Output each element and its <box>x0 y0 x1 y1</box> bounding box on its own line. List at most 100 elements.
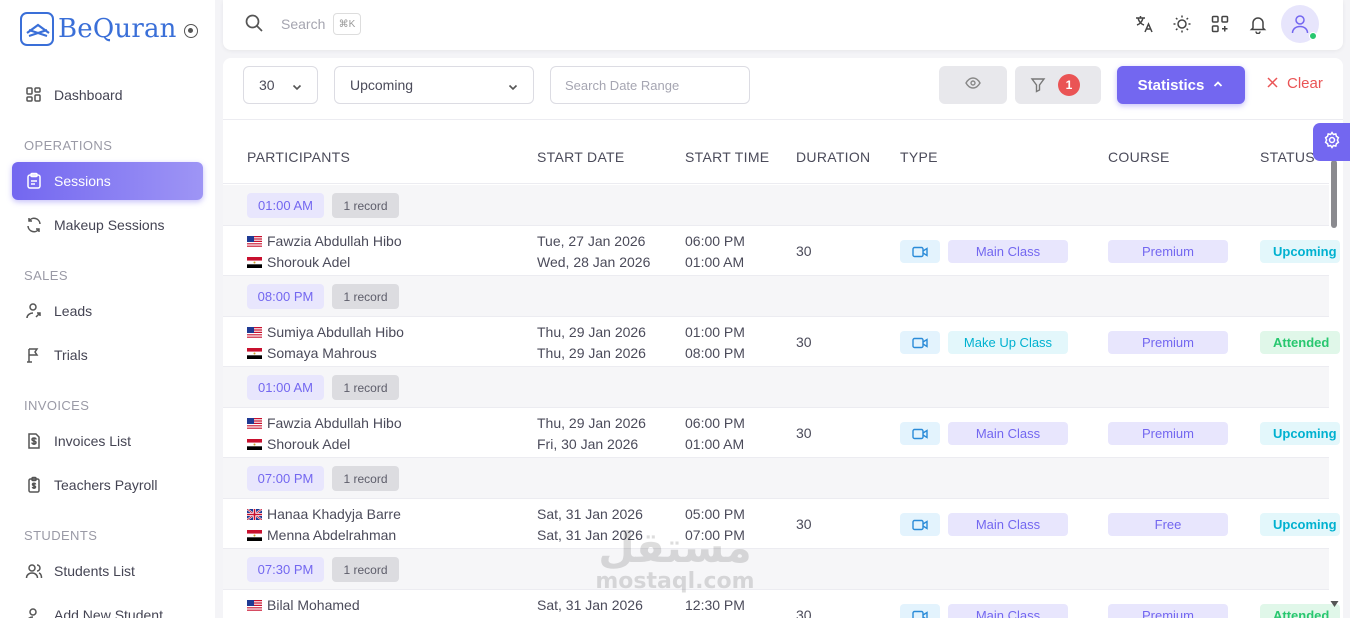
column-header-start-date[interactable]: START DATE <box>537 149 625 165</box>
table-row[interactable]: Fawzia Abdullah Hibo Shorouk Adel Tue, 27 … <box>223 226 1340 276</box>
status-badge: Attended <box>1260 604 1340 618</box>
sidebar-item-label: Makeup Sessions <box>54 217 165 233</box>
translate-icon[interactable] <box>1133 13 1155 35</box>
filters-bar: 30 Upcoming Search Date Range 1 Statisti… <box>223 58 1343 120</box>
start-date-line-1: Tue, 27 Jan 2026 <box>537 233 646 249</box>
book-logo-icon <box>20 12 54 46</box>
video-camera-icon[interactable] <box>900 331 940 354</box>
filter-funnel-icon <box>1030 77 1046 98</box>
scroll-down-arrow-icon[interactable] <box>1330 600 1339 608</box>
course-badge: Premium <box>1108 240 1228 263</box>
statistics-button[interactable]: Statistics <box>1117 66 1245 104</box>
video-camera-icon[interactable] <box>900 240 940 263</box>
participant-student[interactable]: Hanaa Khadyja Barre <box>247 506 401 522</box>
column-header-status[interactable]: STATUS <box>1260 149 1315 165</box>
participant-student[interactable]: Fawzia Abdullah Hibo <box>247 415 402 431</box>
scroll-thumb[interactable] <box>1331 160 1337 228</box>
duration-value: 30 <box>796 607 812 618</box>
video-camera-icon[interactable] <box>900 604 940 618</box>
start-time-line-1: 05:00 PM <box>685 506 745 522</box>
search-icon[interactable] <box>244 13 264 38</box>
sidebar-item-leads[interactable]: Leads <box>12 292 203 330</box>
participant-name: Shorouk Adel <box>267 436 351 452</box>
duration-value: 30 <box>796 243 812 259</box>
toggle-visibility-button[interactable] <box>939 66 1007 104</box>
start-time-line-2: 07:00 PM <box>685 527 745 543</box>
status-badge: Upcoming <box>1260 422 1340 445</box>
online-status-dot <box>1309 32 1317 40</box>
sidebar-item-students-list[interactable]: Students List <box>12 552 203 590</box>
participant-teacher[interactable]: Shorouk Adel <box>247 436 350 452</box>
start-time-line-2: 01:00 AM <box>685 254 745 270</box>
filter-button[interactable]: 1 <box>1015 66 1101 104</box>
dashboard-icon <box>24 85 44 105</box>
period-select[interactable]: Upcoming <box>334 66 534 104</box>
participant-name: Somaya Mahrous <box>267 345 377 361</box>
column-header-course[interactable]: COURSE <box>1108 149 1170 165</box>
participant-student[interactable]: Bilal Mohamed <box>247 597 360 613</box>
sidebar-item-sessions[interactable]: Sessions <box>12 162 203 200</box>
invoice-icon <box>24 431 44 451</box>
participant-name: Shorouk Adel <box>267 254 351 270</box>
user-add-icon <box>24 605 44 618</box>
sidebar-item-add-new-student[interactable]: Add New Student <box>12 596 203 618</box>
session-type-badge: Main Class <box>948 240 1068 263</box>
column-header-type[interactable]: TYPE <box>900 149 938 165</box>
chevron-down-icon <box>507 80 519 96</box>
group-header-row: 07:30 PM 1 record <box>223 549 1329 590</box>
theme-sun-icon[interactable] <box>1171 13 1193 35</box>
app-logo[interactable]: BeQuran <box>20 12 198 46</box>
participant-student[interactable]: Fawzia Abdullah Hibo <box>247 233 402 249</box>
table-row[interactable]: Fawzia Abdullah Hibo Shorouk Adel Thu, 29 … <box>223 408 1340 458</box>
course-badge: Premium <box>1108 422 1228 445</box>
nav-section-students: STUDENTS <box>24 528 98 543</box>
video-camera-icon[interactable] <box>900 513 940 536</box>
video-camera-icon[interactable] <box>900 422 940 445</box>
start-time-line-1: 06:00 PM <box>685 415 745 431</box>
column-header-start-time[interactable]: START TIME <box>685 149 769 165</box>
participant-name: Hanaa Khadyja Barre <box>267 506 401 522</box>
table-row[interactable]: Bilal Mohamed Sat, 31 Jan 2026 12:30 PM 30 M… <box>223 590 1340 618</box>
per-page-value: 30 <box>259 77 275 93</box>
date-range-input[interactable]: Search Date Range <box>550 66 750 104</box>
sidebar-item-invoices-list[interactable]: Invoices List <box>12 422 203 460</box>
table-row[interactable]: Sumiya Abdullah Hibo Somaya Mahrous Thu, 2… <box>223 317 1340 367</box>
nav-section-invoices: INVOICES <box>24 398 90 413</box>
table-row[interactable]: Hanaa Khadyja Barre Menna Abdelrahman Sat,… <box>223 499 1340 549</box>
start-date-line-2: Wed, 28 Jan 2026 <box>537 254 651 270</box>
sidebar-item-trials[interactable]: Trials <box>12 336 203 374</box>
per-page-select[interactable]: 30 <box>243 66 318 104</box>
participant-teacher[interactable]: Shorouk Adel <box>247 254 350 270</box>
participant-teacher[interactable]: Somaya Mahrous <box>247 345 377 361</box>
start-time-line-2: 01:00 AM <box>685 436 745 452</box>
participant-name: Fawzia Abdullah Hibo <box>267 415 402 431</box>
table-scrollbar[interactable] <box>1329 160 1339 610</box>
customizer-settings-button[interactable] <box>1313 123 1350 161</box>
start-date-line-1: Sat, 31 Jan 2026 <box>537 597 643 613</box>
column-header-duration[interactable]: DURATION <box>796 149 870 165</box>
participant-teacher[interactable]: Menna Abdelrahman <box>247 527 396 543</box>
notification-bell-icon[interactable] <box>1247 13 1269 35</box>
clear-filters-button[interactable]: Clear <box>1267 75 1323 92</box>
participant-name: Bilal Mohamed <box>267 597 360 613</box>
period-value: Upcoming <box>350 77 414 93</box>
group-header-row: 01:00 AM 1 record <box>223 185 1329 226</box>
search-input[interactable]: Search <box>281 16 325 32</box>
eye-icon <box>965 76 981 94</box>
apps-grid-icon[interactable] <box>1209 13 1231 35</box>
column-header-participants[interactable]: PARTICIPANTS <box>247 149 350 165</box>
statistics-label: Statistics <box>1137 76 1205 94</box>
group-record-count: 1 record <box>332 466 399 491</box>
start-time-line-1: 12:30 PM <box>685 597 745 613</box>
sidebar-item-makeup-sessions[interactable]: Makeup Sessions <box>12 206 203 244</box>
participant-student[interactable]: Sumiya Abdullah Hibo <box>247 324 404 340</box>
start-date-line-2: Thu, 29 Jan 2026 <box>537 345 646 361</box>
sidebar-toggle-icon[interactable] <box>183 24 198 38</box>
sidebar-item-dashboard[interactable]: Dashboard <box>12 76 203 114</box>
sidebar-item-label: Trials <box>54 347 88 363</box>
start-date-line-1: Thu, 29 Jan 2026 <box>537 324 646 340</box>
sidebar-item-teachers-payroll[interactable]: Teachers Payroll <box>12 466 203 504</box>
session-type-badge: Main Class <box>948 422 1068 445</box>
participant-name: Fawzia Abdullah Hibo <box>267 233 402 249</box>
duration-value: 30 <box>796 334 812 350</box>
